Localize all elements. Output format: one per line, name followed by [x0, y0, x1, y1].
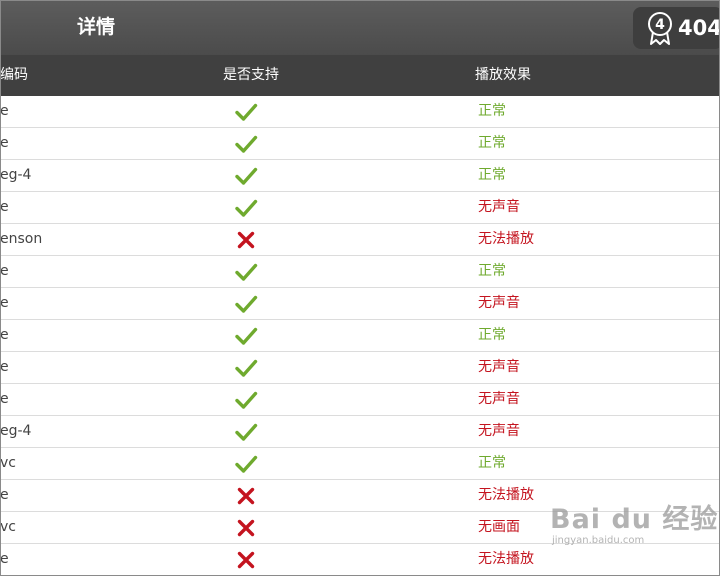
effect-cell: 无声音 — [478, 295, 520, 311]
check-icon — [234, 356, 258, 380]
codec-cell: e — [0, 199, 9, 215]
effect-cell: 无法播放 — [478, 487, 534, 503]
app-header: 详情 4 404 — [0, 0, 720, 55]
check-icon — [234, 100, 258, 124]
cross-icon — [234, 516, 258, 540]
effect-cell: 无法播放 — [478, 231, 534, 247]
effect-cell: 无声音 — [478, 423, 520, 439]
score-badge[interactable]: 4 404 — [633, 7, 720, 49]
check-icon — [234, 452, 258, 476]
codec-cell: e — [0, 327, 9, 343]
medal-icon: 4 — [648, 12, 672, 45]
codec-cell: vc — [0, 455, 16, 471]
table-row[interactable]: e 无声音 — [0, 288, 720, 320]
effect-cell: 正常 — [478, 327, 506, 343]
check-icon — [234, 420, 258, 444]
table-row[interactable]: e 正常 — [0, 128, 720, 160]
column-header-codec: 编码 — [0, 67, 28, 83]
badge-number: 4 — [655, 17, 665, 33]
codec-cell: e — [0, 487, 9, 503]
table-row[interactable]: vc 正常 — [0, 448, 720, 480]
table-row[interactable]: e 无声音 — [0, 384, 720, 416]
codec-cell: enson — [0, 231, 43, 247]
table-row[interactable]: e 正常 — [0, 320, 720, 352]
watermark: Bai du 经验 jingyan.baidu.com — [550, 505, 718, 547]
codec-cell: e — [0, 295, 9, 311]
effect-cell: 正常 — [478, 167, 506, 183]
column-header-effect: 播放效果 — [475, 67, 531, 83]
check-icon — [234, 260, 258, 284]
check-icon — [234, 388, 258, 412]
cross-icon — [234, 484, 258, 508]
table-row[interactable]: enson 无法播放 — [0, 224, 720, 256]
codec-cell: e — [0, 391, 9, 407]
codec-cell: vc — [0, 519, 16, 535]
page-title: 详情 — [77, 16, 116, 38]
codec-cell: e — [0, 551, 9, 567]
effect-cell: 无声音 — [478, 199, 520, 215]
table-row[interactable]: e 无声音 — [0, 352, 720, 384]
table-row[interactable]: e 无法播放 — [0, 544, 720, 576]
effect-cell: 无法播放 — [478, 551, 534, 567]
codec-cell: e — [0, 103, 9, 119]
codec-cell: eg-4 — [0, 167, 32, 183]
check-icon — [234, 196, 258, 220]
table-header: 编码 是否支持 播放效果 — [0, 55, 720, 96]
codec-cell: e — [0, 359, 9, 375]
effect-cell: 正常 — [478, 455, 506, 471]
watermark-url: jingyan.baidu.com — [552, 535, 645, 546]
check-icon — [234, 164, 258, 188]
column-header-support: 是否支持 — [223, 67, 279, 83]
check-icon — [234, 292, 258, 316]
badge-count: 404 — [678, 16, 720, 40]
effect-cell: 无声音 — [478, 391, 520, 407]
check-icon — [234, 132, 258, 156]
check-icon — [234, 324, 258, 348]
table-row[interactable]: e 正常 — [0, 96, 720, 128]
watermark-logo: Bai du 经验 — [550, 504, 719, 535]
table-row[interactable]: e 正常 — [0, 256, 720, 288]
codec-cell: e — [0, 263, 9, 279]
codec-cell: e — [0, 135, 9, 151]
effect-cell: 无画面 — [478, 519, 520, 535]
cross-icon — [234, 228, 258, 252]
effect-cell: 无声音 — [478, 359, 520, 375]
table-row[interactable]: eg-4 正常 — [0, 160, 720, 192]
cross-icon — [234, 548, 258, 572]
effect-cell: 正常 — [478, 135, 506, 151]
codec-cell: eg-4 — [0, 423, 32, 439]
effect-cell: 正常 — [478, 263, 506, 279]
effect-cell: 正常 — [478, 103, 506, 119]
table-row[interactable]: e 无声音 — [0, 192, 720, 224]
table-row[interactable]: eg-4 无声音 — [0, 416, 720, 448]
